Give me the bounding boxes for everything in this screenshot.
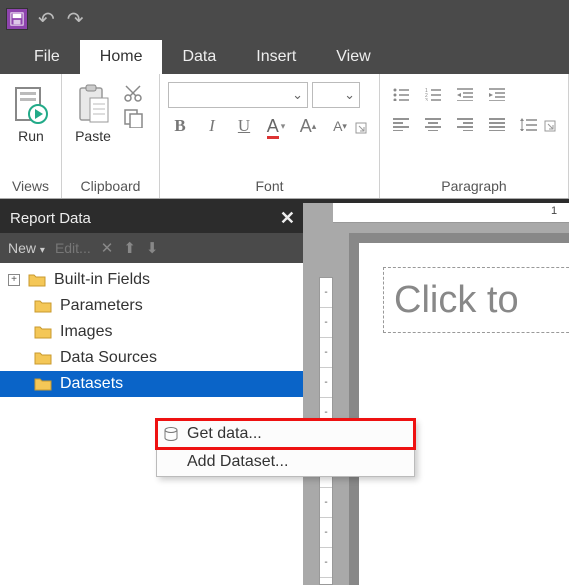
tree-label: Data Sources xyxy=(60,349,157,367)
font-size-select[interactable]: ⌄ xyxy=(312,82,360,108)
quick-access-toolbar: ↶ ↷ xyxy=(0,0,569,38)
tree-label: Datasets xyxy=(60,375,123,393)
font-family-select[interactable]: ⌄ xyxy=(168,82,308,108)
tree-item-parameters[interactable]: Parameters xyxy=(0,293,303,319)
panel-header: Report Data ✕ xyxy=(0,203,303,233)
cut-icon xyxy=(122,84,146,104)
placeholder-text: Click to xyxy=(394,279,519,322)
save-button[interactable] xyxy=(6,8,28,30)
ribbon-group-clipboard: Paste Clipboard xyxy=(62,74,160,198)
shrink-font-button[interactable]: A▾ xyxy=(328,114,352,138)
tree-label: Images xyxy=(60,323,112,341)
paste-button[interactable]: Paste xyxy=(70,80,116,146)
dialog-launcher-icon[interactable] xyxy=(544,120,556,132)
align-left-button[interactable] xyxy=(388,112,414,136)
chevron-down-icon: ⌄ xyxy=(344,87,355,103)
panel-toolbar: New ▾ Edit... ✕ ⬆ ⬇ xyxy=(0,233,303,263)
line-spacing-button[interactable] xyxy=(516,112,542,136)
tab-view[interactable]: View xyxy=(316,40,390,74)
group-label-views: Views xyxy=(8,175,53,196)
folder-icon xyxy=(34,351,52,365)
run-label: Run xyxy=(18,128,44,144)
ribbon-group-views: Run Views xyxy=(0,74,62,198)
horizontal-ruler: 1 xyxy=(333,203,569,223)
tree-label: Built-in Fields xyxy=(54,271,150,289)
run-button[interactable]: Run xyxy=(8,80,54,146)
bold-button[interactable]: B xyxy=(168,114,192,138)
tree-item-data-sources[interactable]: Data Sources xyxy=(0,345,303,371)
ribbon-group-paragraph: 123 Paragraph xyxy=(380,74,569,198)
undo-button[interactable]: ↶ xyxy=(38,7,55,32)
chevron-down-icon: ▾ xyxy=(281,121,286,132)
tab-home[interactable]: Home xyxy=(80,40,163,74)
run-icon xyxy=(12,82,50,126)
design-canvas[interactable]: 1 ---------- Click to xyxy=(303,203,569,585)
cut-button[interactable] xyxy=(122,84,146,104)
tab-insert[interactable]: Insert xyxy=(236,40,316,74)
tab-file[interactable]: File xyxy=(14,40,80,74)
copy-button[interactable] xyxy=(122,108,146,128)
redo-button[interactable]: ↷ xyxy=(67,7,84,32)
ribbon-group-font: ⌄ ⌄ B I U A▾ A▴ A▾ Font xyxy=(160,74,380,198)
panel-close-button[interactable]: ✕ xyxy=(280,208,295,229)
tree-item-images[interactable]: Images xyxy=(0,319,303,345)
delete-button[interactable]: ✕ xyxy=(101,239,114,257)
menu-label: Add Dataset... xyxy=(187,453,288,471)
database-icon xyxy=(163,426,179,442)
italic-button[interactable]: I xyxy=(200,114,224,138)
menu-item-add-dataset[interactable]: Add Dataset... xyxy=(157,448,414,476)
folder-icon xyxy=(28,273,46,287)
save-icon xyxy=(10,12,24,26)
expander-icon[interactable]: + xyxy=(8,274,20,286)
numbering-button[interactable]: 123 xyxy=(420,82,446,106)
main-area: Report Data ✕ New ▾ Edit... ✕ ⬆ ⬇ + Buil… xyxy=(0,203,569,585)
group-label-paragraph: Paragraph xyxy=(388,175,560,196)
title-placeholder[interactable]: Click to xyxy=(383,267,569,333)
tree-item-builtin-fields[interactable]: + Built-in Fields xyxy=(0,267,303,293)
edit-button[interactable]: Edit... xyxy=(55,240,91,256)
group-label-clipboard: Clipboard xyxy=(70,175,151,196)
tab-data[interactable]: Data xyxy=(162,40,236,74)
font-color-button[interactable]: A▾ xyxy=(264,114,288,138)
ribbon: Run Views Paste Clipboard ⌄ ⌄ xyxy=(0,74,569,199)
dialog-launcher-icon[interactable] xyxy=(355,122,367,134)
tree-label: Parameters xyxy=(60,297,143,315)
increase-indent-button[interactable] xyxy=(484,82,510,106)
report-data-panel: Report Data ✕ New ▾ Edit... ✕ ⬆ ⬇ + Buil… xyxy=(0,203,303,585)
paste-icon xyxy=(74,82,112,126)
move-up-button[interactable]: ⬆ xyxy=(123,239,136,257)
bullets-button[interactable] xyxy=(388,82,414,106)
svg-text:3: 3 xyxy=(425,98,428,101)
copy-icon xyxy=(122,108,146,128)
menu-item-get-data[interactable]: Get data... xyxy=(157,420,414,448)
tree: + Built-in Fields Parameters Images Data… xyxy=(0,263,303,401)
group-label-font: Font xyxy=(168,175,371,196)
paste-label: Paste xyxy=(75,128,111,144)
align-right-button[interactable] xyxy=(452,112,478,136)
new-menu[interactable]: New ▾ xyxy=(8,240,45,256)
decrease-indent-button[interactable] xyxy=(452,82,478,106)
underline-button[interactable]: U xyxy=(232,114,256,138)
context-menu: Get data... Add Dataset... xyxy=(156,419,415,477)
panel-title: Report Data xyxy=(10,210,91,227)
move-down-button[interactable]: ⬇ xyxy=(146,239,159,257)
folder-icon xyxy=(34,325,52,339)
tree-item-datasets[interactable]: Datasets xyxy=(0,371,303,397)
folder-icon xyxy=(34,299,52,313)
menu-label: Get data... xyxy=(187,425,262,443)
justify-button[interactable] xyxy=(484,112,510,136)
vertical-ruler-area: ---------- xyxy=(303,223,333,585)
ribbon-tabs: File Home Data Insert View xyxy=(0,38,569,74)
grow-font-button[interactable]: A▴ xyxy=(296,114,320,138)
align-center-button[interactable] xyxy=(420,112,446,136)
folder-icon xyxy=(34,377,52,391)
chevron-down-icon: ⌄ xyxy=(292,87,303,103)
